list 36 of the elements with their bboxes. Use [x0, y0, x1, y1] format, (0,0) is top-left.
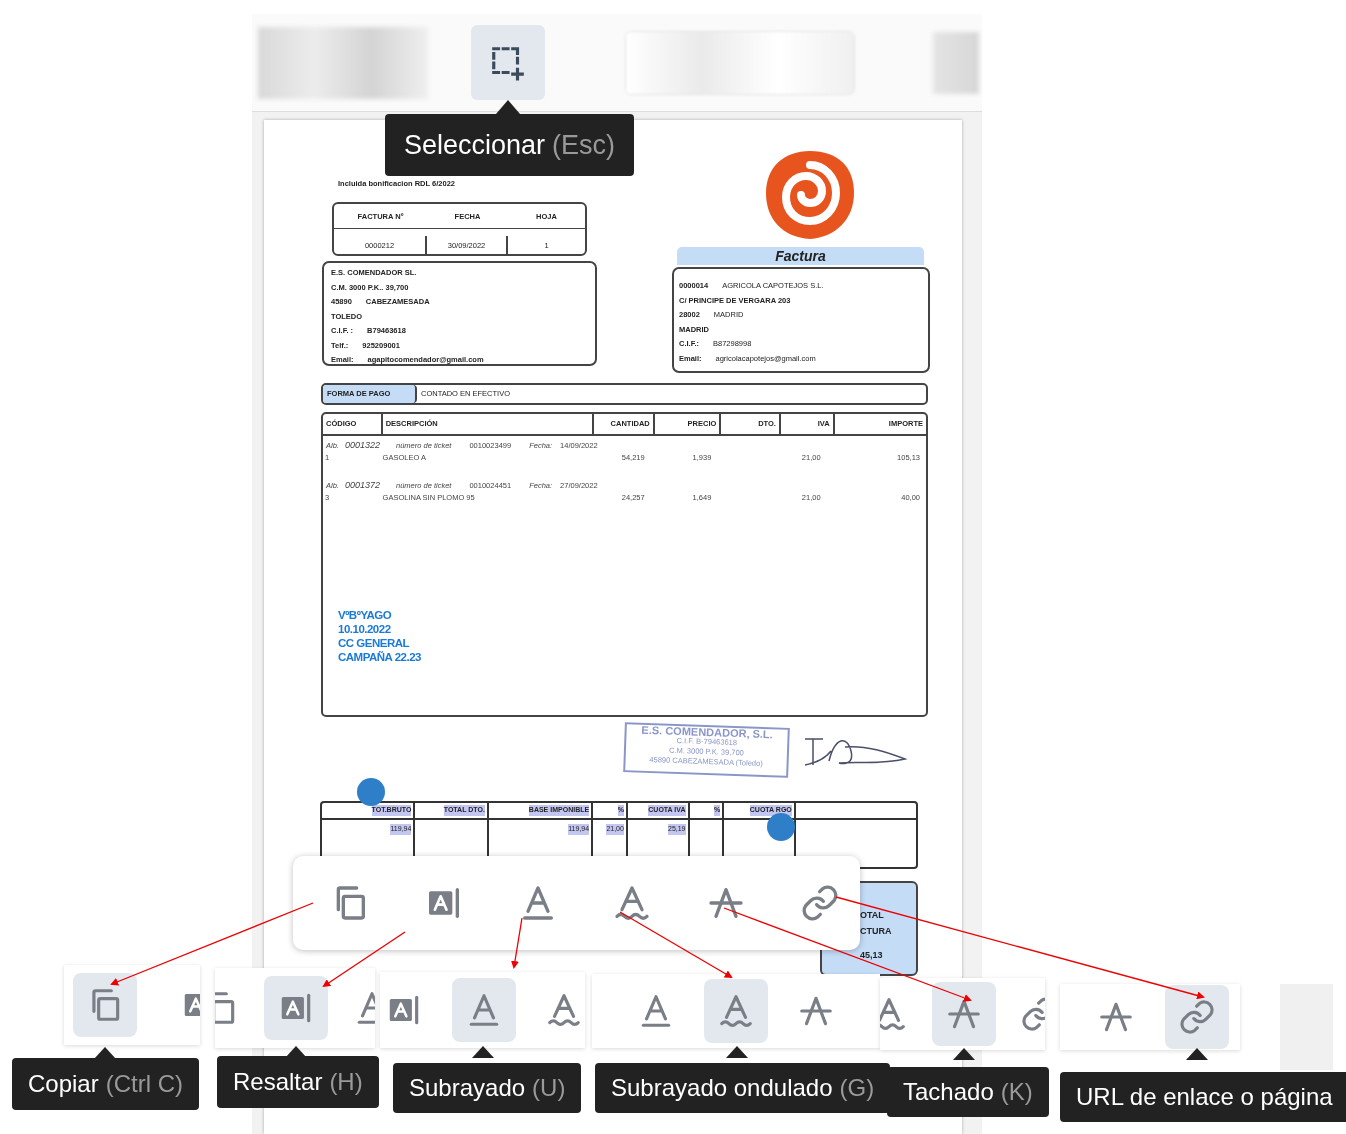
select-tool-button[interactable] — [471, 25, 545, 100]
wavy-underline-icon — [880, 995, 908, 1033]
link-icon — [1178, 998, 1216, 1036]
tooltip: Tachado (K) — [887, 1067, 1049, 1117]
selection-handle[interactable] — [767, 813, 795, 841]
tooltip: Resaltar (H) — [217, 1056, 379, 1108]
tool-button[interactable] — [264, 976, 328, 1040]
annotation-text: 10.10.2022 — [338, 622, 392, 636]
annotation-text: VºBºYAGO — [338, 608, 393, 622]
tooltip: URL de enlace o página — [1060, 1072, 1346, 1122]
tool-button[interactable] — [452, 978, 516, 1042]
wavy-underline-icon — [717, 992, 755, 1030]
delivery-note-number: 0001322 — [344, 439, 380, 453]
tool-button[interactable] — [73, 973, 137, 1037]
tooltip: Seleccionar (Esc) — [385, 114, 635, 176]
tool-button[interactable] — [1165, 985, 1229, 1049]
pointer-arrow — [511, 917, 523, 969]
grand-total-value: 45,13 — [860, 949, 884, 962]
annotation-text: CAMPAÑA 22.23 — [338, 650, 422, 664]
wavy-underline-icon — [612, 883, 652, 923]
blurred-area — [933, 31, 979, 94]
selection-handle[interactable] — [357, 778, 385, 806]
tool-button[interactable] — [704, 979, 768, 1043]
invoice-title: Factura — [775, 246, 826, 266]
grand-total-label: OTAL — [860, 909, 885, 922]
annotation-text: CC GENERAL — [338, 636, 411, 650]
wavy-underline-icon — [545, 991, 583, 1029]
tool-button[interactable] — [932, 982, 996, 1046]
grand-total-label: CTURA — [860, 925, 893, 938]
tooltip-pointer — [1186, 1048, 1208, 1060]
tooltip: Copiar (Ctrl C) — [12, 1058, 199, 1110]
stamp-text: E.S. COMENDADOR, S.L. — [641, 724, 773, 740]
link-icon — [800, 883, 840, 923]
tooltip: Subrayado ondulado (G) — [595, 1063, 891, 1113]
delivery-note-number: 0001372 — [344, 479, 380, 493]
tooltip: Subrayado (U) — [393, 1063, 582, 1113]
